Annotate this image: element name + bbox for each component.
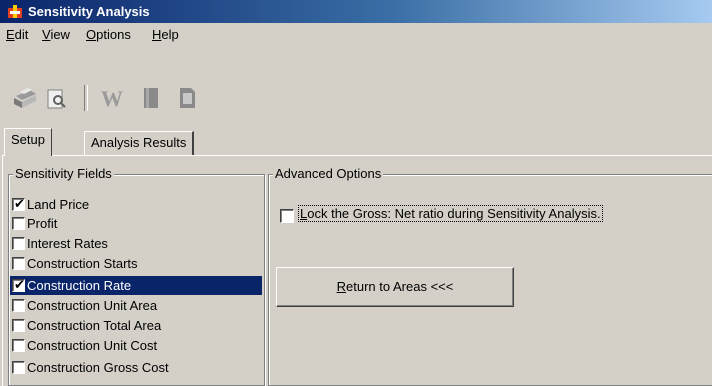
checkmark-icon: ✔ [14,196,25,211]
advanced-options-title: Advanced Options [273,166,384,181]
sensitivity-field-row[interactable]: Construction Starts [10,254,262,273]
field-checkbox[interactable] [12,319,25,332]
app-icon [8,5,22,18]
lock-gross-net-checkbox[interactable] [280,209,294,223]
tab-setup[interactable]: Setup [4,128,52,156]
field-checkbox[interactable] [12,217,25,230]
tab-analysis-results-label: Analysis Results [91,135,187,150]
toolbar-separator [84,85,88,111]
sensitivity-field-row[interactable]: Construction Gross Cost [10,358,262,377]
book-icon [144,88,158,108]
field-checkbox[interactable] [12,339,25,352]
field-checkbox[interactable] [12,361,25,374]
sensitivity-field-row[interactable]: Construction Unit Cost [10,336,262,355]
field-label: Construction Unit Area [27,298,158,313]
field-label: Construction Gross Cost [27,360,169,375]
sensitivity-field-row[interactable]: Construction Total Area [10,316,262,335]
sensitivity-field-row[interactable]: ✔ Land Price [10,195,262,214]
return-to-areas-button[interactable]: Return to Areas <<< [276,267,514,307]
field-label: Construction Unit Cost [27,338,158,353]
print-preview-button[interactable] [44,82,70,112]
tab-analysis-results[interactable]: Analysis Results [84,131,195,155]
field-checkbox[interactable] [12,237,25,250]
tab-setup-label: Setup [11,132,45,147]
word-button[interactable]: W [98,82,124,112]
field-label: Construction Starts [27,256,138,271]
field-checkbox[interactable] [12,299,25,312]
document-icon [180,88,195,108]
sensitivity-field-row[interactable]: Construction Unit Area [10,296,262,315]
field-label: Construction Total Area [27,318,162,333]
field-label: Interest Rates [27,236,108,251]
menu-bar: Edit View Options Help [0,23,712,45]
checkmark-icon: ✔ [14,277,25,292]
print-button[interactable] [12,82,38,112]
print-preview-icon [47,89,66,109]
sensitivity-field-row[interactable]: ✔ Construction Rate [10,276,262,295]
menu-view[interactable]: View [42,27,70,42]
field-checkbox[interactable] [12,257,25,270]
svg-text:W: W [101,86,123,111]
field-checkbox[interactable]: ✔ [12,196,25,211]
field-label: Construction Rate [27,278,132,293]
document-button[interactable] [174,82,200,112]
window-title: Sensitivity Analysis [28,4,150,19]
sensitivity-field-row[interactable]: Profit [10,214,262,233]
field-checkbox[interactable]: ✔ [12,277,25,292]
field-label: Profit [27,216,58,231]
field-label: Land Price [27,197,90,212]
book-button[interactable] [138,82,164,112]
word-icon: W [101,86,123,111]
sensitivity-fields-title: Sensitivity Fields [13,166,114,181]
title-bar: Sensitivity Analysis [0,0,712,23]
print-icon [14,88,36,108]
menu-edit[interactable]: Edit [6,27,28,42]
menu-options[interactable]: Options [86,27,131,42]
lock-gross-net-label[interactable]: Lock the Gross: Net ratio during Sensiti… [298,205,603,222]
sensitivity-field-row[interactable]: Interest Rates [10,234,262,253]
menu-help[interactable]: Help [152,27,179,42]
